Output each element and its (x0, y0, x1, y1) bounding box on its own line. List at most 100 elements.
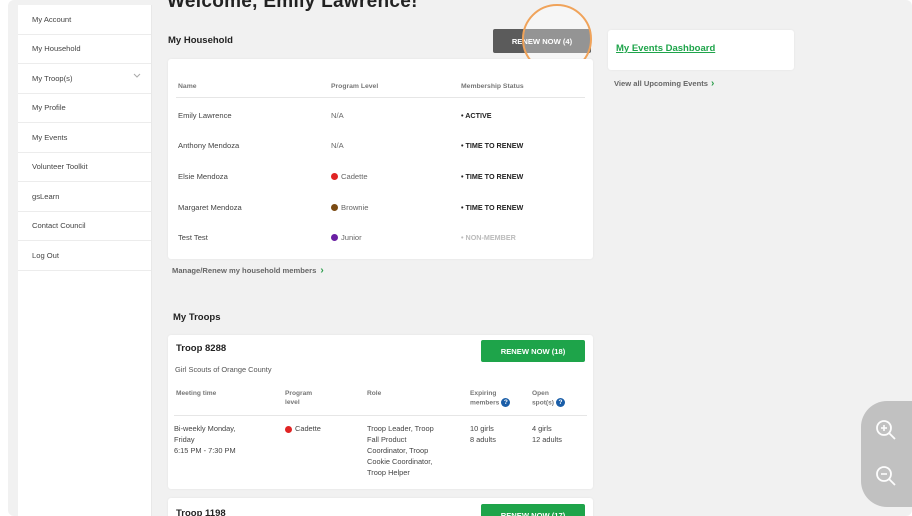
sidebar-item-volunteer-toolkit[interactable]: Volunteer Toolkit (18, 153, 151, 182)
program-level-dot-icon (285, 425, 292, 433)
troop-card: Troop 1198 RENEW NOW (17) (168, 498, 593, 516)
table-row: Elsie Mendoza Cadette • TIME TO RENEW (168, 161, 593, 191)
divider (176, 97, 585, 98)
help-icon[interactable]: ? (501, 398, 511, 407)
expiring-line: 8 adults (470, 435, 496, 444)
sidebar-item-label: My Account (32, 14, 72, 24)
header-line: Expiring (470, 390, 497, 397)
zoom-out-icon[interactable] (873, 463, 899, 489)
troop-program-level: Cadette (285, 423, 321, 434)
troop-renew-button[interactable]: RENEW NOW (17) (481, 504, 585, 516)
troop-name: Troop 1198 (176, 508, 226, 516)
role-line: Troop Helper (367, 468, 410, 477)
member-name: Emily Lawrence (178, 110, 232, 120)
chevron-down-icon[interactable] (133, 73, 141, 80)
meeting-line: Bi-weekly Monday, (174, 424, 236, 433)
view-all-events-link[interactable]: View all Upcoming Events › (614, 78, 714, 89)
member-program: Junior (341, 232, 362, 242)
troop-role: Troop Leader, Troop Fall Product Coordin… (367, 423, 434, 478)
zoom-in-icon[interactable] (873, 417, 899, 443)
chevron-right-icon: › (320, 265, 324, 276)
help-icon[interactable]: ? (555, 398, 565, 407)
sidebar-item-label: gsLearn (32, 191, 60, 201)
troop-renew-button[interactable]: RENEW NOW (18) (481, 340, 585, 362)
app-frame: My Account My Household My Troop(s) My P… (8, 0, 912, 516)
page-title: Welcome, Emily Lawrence! (167, 0, 418, 12)
sidebar-item-contact-council[interactable]: Contact Council (18, 212, 151, 241)
member-name: Test Test (178, 232, 208, 242)
header-line: Program (285, 390, 313, 397)
sidebar-item-log-out[interactable]: Log Out (18, 241, 151, 271)
role-line: Troop Leader, Troop (367, 424, 434, 433)
member-name: Elsie Mendoza (178, 171, 228, 181)
program-label: Cadette (295, 424, 321, 433)
events-dashboard-link[interactable]: My Events Dashboard (616, 43, 715, 54)
column-header-program-level: Program level (285, 389, 312, 407)
chevron-right-icon: › (710, 78, 715, 89)
meeting-line: Friday (174, 435, 195, 444)
open-line: 4 girls (532, 424, 552, 433)
sidebar-item-label: Contact Council (32, 221, 86, 231)
table-row: Test Test Junior • NON-MEMBER (168, 222, 593, 252)
member-program-cell: Junior (331, 222, 362, 252)
header-line: Open (532, 390, 549, 397)
expiring-line: 10 girls (470, 424, 494, 433)
sidebar-item-gslearn[interactable]: gsLearn (18, 182, 151, 212)
view-all-events-label: View all Upcoming Events (614, 79, 708, 88)
divider (174, 415, 587, 416)
sidebar-item-my-household[interactable]: My Household (18, 35, 151, 64)
member-name: Margaret Mendoza (178, 202, 242, 212)
column-header-program-level: Program Level (331, 83, 379, 90)
column-header-membership-status: Membership Status (461, 83, 524, 90)
member-status: • TIME TO RENEW (461, 140, 524, 150)
header-line: members (470, 399, 500, 407)
role-line: Cookie Coordinator, (367, 457, 433, 466)
member-program: N/A (331, 110, 344, 120)
zoom-controls (861, 401, 912, 507)
sidebar-item-label: My Events (32, 132, 68, 142)
manage-household-link[interactable]: Manage/Renew my household members › (172, 265, 324, 276)
program-level-dot-icon (331, 172, 338, 180)
sidebar: My Account My Household My Troop(s) My P… (18, 5, 152, 516)
sidebar-item-my-events[interactable]: My Events (18, 123, 151, 153)
manage-household-label: Manage/Renew my household members (172, 266, 317, 275)
sidebar-item-my-troops[interactable]: My Troop(s) (18, 64, 151, 94)
troop-expiring-members: 10 girls 8 adults (470, 423, 496, 445)
sidebar-item-label: My Profile (32, 103, 66, 113)
table-row: Anthony Mendoza N/A • TIME TO RENEW (168, 130, 593, 160)
program-level-dot-icon (331, 203, 338, 211)
member-name: Anthony Mendoza (178, 140, 240, 150)
sidebar-item-my-account[interactable]: My Account (18, 5, 151, 35)
column-header-open-spots: Open spot(s)? (532, 389, 565, 407)
meeting-line: 6:15 PM - 7:30 PM (174, 446, 236, 455)
column-header-meeting-time: Meeting time (176, 390, 217, 397)
table-row: Margaret Mendoza Brownie • TIME TO RENEW (168, 192, 593, 222)
header-line: spot(s) (532, 399, 554, 407)
member-program: Brownie (341, 202, 369, 212)
sidebar-item-my-profile[interactable]: My Profile (18, 94, 151, 123)
troop-open-spots: 4 girls 12 adults (532, 423, 562, 445)
member-program-cell: Brownie (331, 192, 368, 222)
events-dashboard-card: My Events Dashboard (608, 30, 794, 70)
sidebar-item-label: My Troop(s) (32, 73, 73, 83)
table-row: Emily Lawrence N/A • ACTIVE (168, 100, 593, 130)
troop-name: Troop 8288 (176, 343, 227, 354)
troop-council: Girl Scouts of Orange County (175, 365, 272, 374)
column-header-name: Name (178, 83, 197, 90)
sidebar-item-label: Volunteer Toolkit (32, 162, 88, 172)
role-line: Fall Product (367, 435, 407, 444)
column-header-expiring-members: Expiring members? (470, 389, 511, 407)
open-line: 12 adults (532, 435, 562, 444)
household-title: My Household (168, 35, 233, 46)
sidebar-item-label: My Household (32, 44, 81, 54)
troop-meeting-time: Bi-weekly Monday, Friday 6:15 PM - 7:30 … (174, 423, 236, 456)
role-line: Coordinator, Troop (367, 446, 429, 455)
member-status: • TIME TO RENEW (461, 202, 524, 212)
troop-card: Troop 8288 RENEW NOW (18) Girl Scouts of… (168, 335, 593, 489)
member-program-cell: Cadette (331, 161, 368, 191)
sidebar-item-label: Log Out (32, 250, 60, 260)
troops-title: My Troops (173, 312, 221, 323)
member-status: • NON-MEMBER (461, 232, 516, 242)
member-program: Cadette (341, 171, 368, 181)
program-level-dot-icon (331, 233, 338, 241)
